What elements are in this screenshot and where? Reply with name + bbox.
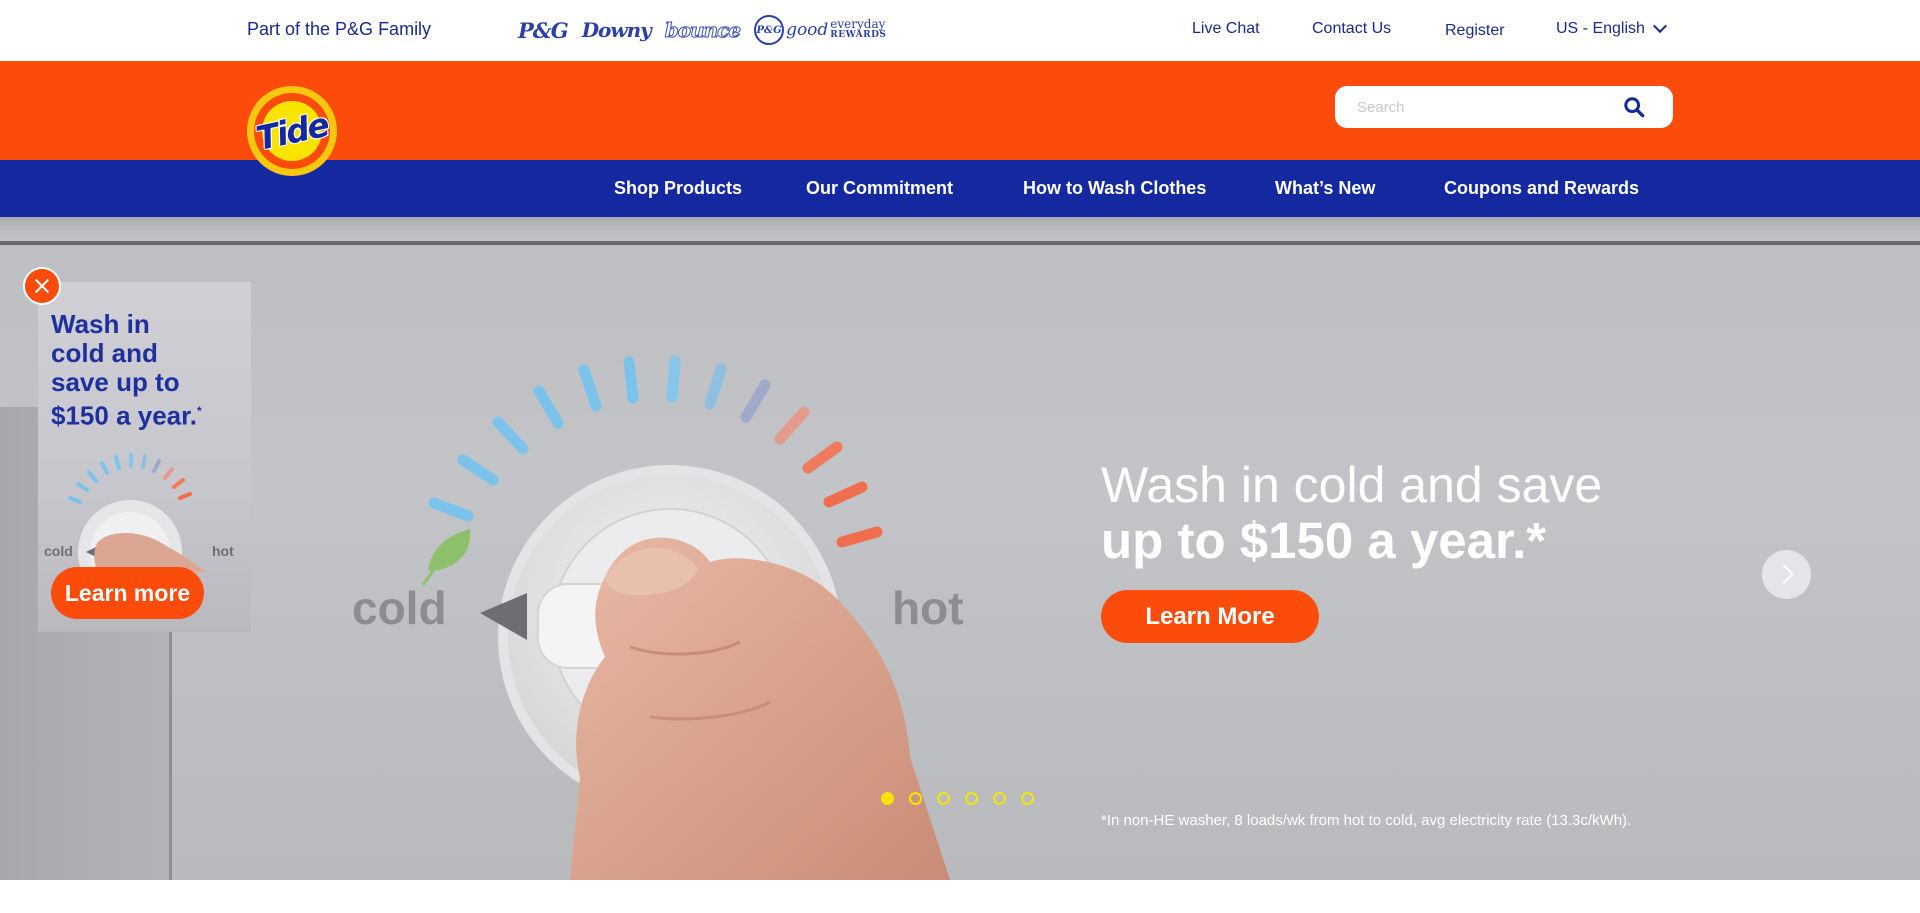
- promo-asterisk: *: [197, 404, 202, 418]
- logo-core: Tide: [253, 101, 331, 161]
- hero-learn-more-button[interactable]: Learn More: [1101, 590, 1319, 643]
- promo-dial-image: cold hot: [44, 453, 234, 572]
- carousel-dot-2[interactable]: [909, 792, 922, 805]
- bounce-logo[interactable]: bounce: [664, 18, 741, 43]
- carousel-dot-4[interactable]: [965, 792, 978, 805]
- search-input[interactable]: [1357, 86, 1617, 128]
- hero-carousel: cold hot Wash in cold and save up to $15…: [0, 217, 1920, 880]
- promo-headline: Wash in cold and save up to $150 a year.…: [51, 310, 241, 431]
- close-icon[interactable]: [23, 267, 61, 305]
- chevron-right-icon[interactable]: [1762, 550, 1811, 599]
- logo-wordmark: Tide: [252, 104, 332, 158]
- nav-our-commitment[interactable]: Our Commitment: [806, 178, 953, 199]
- nav-how-to-wash-clothes[interactable]: How to Wash Clothes: [1023, 178, 1206, 199]
- hero-headline: Wash in cold and save up to $150 a year.…: [1101, 457, 1602, 569]
- nav-whats-new[interactable]: What’s New: [1275, 178, 1375, 199]
- promo-line-3: save up to: [51, 367, 180, 397]
- carousel-indicators: [881, 792, 1034, 805]
- language-selector[interactable]: US - English: [1556, 18, 1667, 38]
- everyday-text: everyday: [830, 17, 886, 31]
- logo-ring: Tide: [253, 93, 331, 169]
- tide-logo[interactable]: Tide: [247, 86, 337, 176]
- promo-line-2: cold and: [51, 338, 158, 368]
- promo-learn-more-button[interactable]: Learn more: [51, 567, 204, 619]
- side-promo-ad[interactable]: Wash in cold and save up to $150 a year.…: [38, 282, 251, 632]
- hero-headline-line1: Wash in cold and save: [1101, 457, 1603, 513]
- pg-family-text: Part of the P&G Family: [247, 19, 432, 39]
- nav-shop-products[interactable]: Shop Products: [614, 178, 742, 199]
- page-below-hero: [0, 880, 1920, 913]
- promo-cold-label: cold: [44, 543, 73, 559]
- nav-coupons-and-rewards[interactable]: Coupons and Rewards: [1444, 178, 1639, 199]
- hero-headline-line2: up to $150 a year.*: [1101, 512, 1547, 569]
- pg-logo[interactable]: P&G: [518, 18, 569, 43]
- utility-bar: Part of the P&G Family P&G Downy bounce …: [0, 0, 1920, 61]
- contact-us-link[interactable]: Contact Us: [1312, 20, 1391, 38]
- language-label: US - English: [1556, 20, 1645, 37]
- carousel-dot-6[interactable]: [1021, 792, 1034, 805]
- promo-hot-label: hot: [212, 543, 234, 559]
- dial-cold-label: cold: [352, 582, 447, 634]
- pg-ring-mark: P&G: [754, 15, 785, 45]
- live-chat-link[interactable]: Live Chat: [1192, 20, 1260, 38]
- promo-line-4: $150 a year.: [51, 400, 198, 431]
- search-icon[interactable]: [1623, 96, 1645, 118]
- promo-line-1: Wash in: [51, 309, 150, 339]
- rewards-text: REWARDS: [830, 30, 887, 40]
- good-text: good: [786, 20, 829, 40]
- chevron-down-icon: [1652, 18, 1667, 34]
- register-link[interactable]: Register: [1445, 22, 1505, 40]
- carousel-dot-5[interactable]: [993, 792, 1006, 805]
- downy-logo[interactable]: Downy: [582, 18, 652, 42]
- good-subtext: everyday REWARDS: [830, 17, 887, 41]
- brand-logos: P&G Downy bounce P&G good everyday REWAR…: [518, 12, 886, 48]
- pg-good-everyday-logo[interactable]: P&G good everyday REWARDS: [754, 15, 886, 45]
- carousel-dot-3[interactable]: [937, 792, 950, 805]
- dial-hot-label: hot: [892, 582, 964, 634]
- carousel-dot-1[interactable]: [881, 792, 894, 805]
- hero-disclaimer: *In non-HE washer, 8 loads/wk from hot t…: [1101, 812, 1632, 829]
- washer-dial-image: cold hot: [352, 355, 964, 880]
